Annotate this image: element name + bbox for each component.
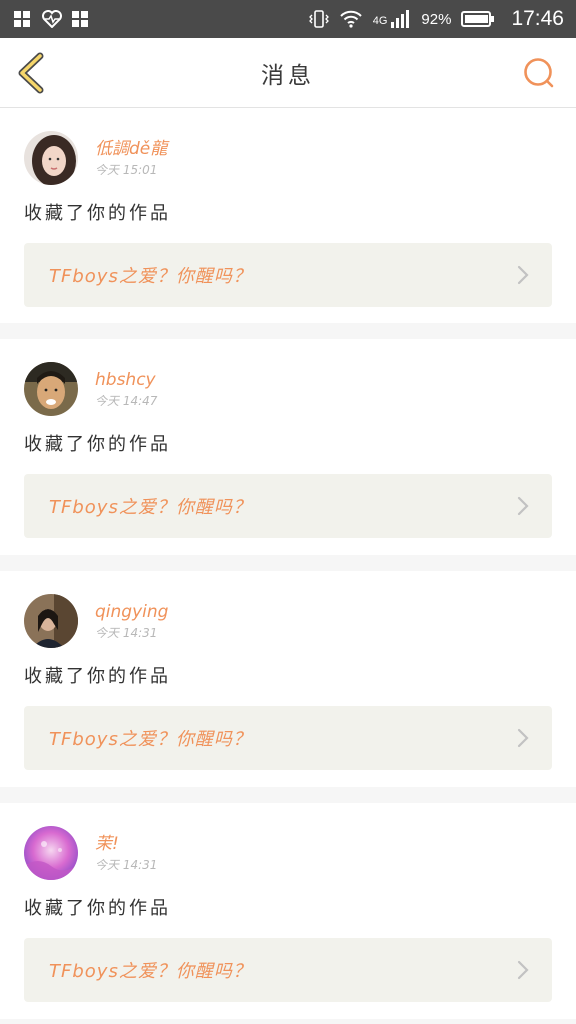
timestamp: 今天 14:31 (95, 858, 158, 872)
username[interactable]: qingying (95, 601, 168, 623)
work-title: TFboys之爱？你醒吗？ (49, 266, 252, 287)
work-title: TFboys之爱？你醒吗？ (49, 729, 252, 750)
message-header: qingying 今天 14:31 (24, 593, 552, 649)
vibrate-icon (308, 10, 329, 28)
search-button[interactable] (522, 56, 556, 90)
username[interactable]: hbshcy (95, 369, 157, 391)
back-button[interactable] (14, 52, 50, 94)
avatar[interactable] (24, 362, 78, 416)
work-link[interactable]: TFboys之爱？你醒吗？ (24, 938, 552, 1002)
app-grid-icon (72, 11, 90, 27)
timestamp: 今天 14:31 (95, 626, 158, 640)
work-title: TFboys之爱？你醒吗？ (49, 497, 252, 518)
page-title: 消息 (261, 62, 315, 89)
message-meta: qingying 今天 14:31 (95, 601, 168, 641)
username[interactable]: 茉! (95, 833, 157, 855)
message-card: 低調dě龍 今天 15:01 收藏了你的作品 TFboys之爱？你醒吗？ (0, 108, 576, 323)
avatar[interactable] (24, 826, 78, 880)
search-icon (524, 58, 554, 88)
chevron-right-icon (517, 728, 529, 748)
action-text: 收藏了你的作品 (24, 203, 171, 224)
chevron-right-icon (517, 960, 529, 980)
signal-icon (391, 10, 411, 28)
action-text: 收藏了你的作品 (24, 666, 171, 687)
network-type: 4G (372, 15, 388, 27)
work-link[interactable]: TFboys之爱？你醒吗？ (24, 706, 552, 770)
clock: 17:46 (511, 7, 564, 30)
status-bar: 4G 92% 17:46 (0, 0, 576, 38)
work-link[interactable]: TFboys之爱？你醒吗？ (24, 243, 552, 307)
status-left (14, 10, 90, 28)
battery-icon (461, 10, 495, 28)
work-link[interactable]: TFboys之爱？你醒吗？ (24, 474, 552, 538)
action-text: 收藏了你的作品 (24, 898, 171, 919)
message-header: 茉! 今天 14:31 (24, 825, 552, 881)
chevron-right-icon (517, 496, 529, 516)
username[interactable]: 低調dě龍 (95, 138, 167, 160)
timestamp: 今天 14:47 (95, 394, 158, 408)
message-meta: hbshcy 今天 14:47 (95, 369, 157, 409)
action-text: 收藏了你的作品 (24, 434, 171, 455)
status-right: 4G 92% 17:46 (308, 7, 564, 31)
heart-rate-icon (42, 10, 62, 28)
battery-percent: 92% (421, 10, 452, 28)
message-list: 低調dě龍 今天 15:01 收藏了你的作品 TFboys之爱？你醒吗？ hbs… (0, 108, 576, 1019)
chevron-right-icon (517, 265, 529, 285)
message-card: qingying 今天 14:31 收藏了你的作品 TFboys之爱？你醒吗？ (0, 571, 576, 787)
timestamp: 今天 15:01 (95, 163, 158, 177)
work-title: TFboys之爱？你醒吗？ (49, 961, 252, 982)
message-header: hbshcy 今天 14:47 (24, 361, 552, 417)
avatar[interactable] (24, 594, 78, 648)
message-card: hbshcy 今天 14:47 收藏了你的作品 TFboys之爱？你醒吗？ (0, 339, 576, 555)
avatar[interactable] (24, 131, 78, 185)
message-meta: 茉! 今天 14:31 (95, 833, 157, 873)
message-meta: 低調dě龍 今天 15:01 (95, 138, 167, 178)
app-grid-icon (14, 11, 32, 27)
app-header: 消息 (0, 38, 576, 108)
wifi-icon (339, 10, 363, 28)
message-card: 茉! 今天 14:31 收藏了你的作品 TFboys之爱？你醒吗？ (0, 803, 576, 1019)
chevron-left-icon (18, 52, 44, 94)
message-header: 低調dě龍 今天 15:01 (24, 130, 552, 186)
